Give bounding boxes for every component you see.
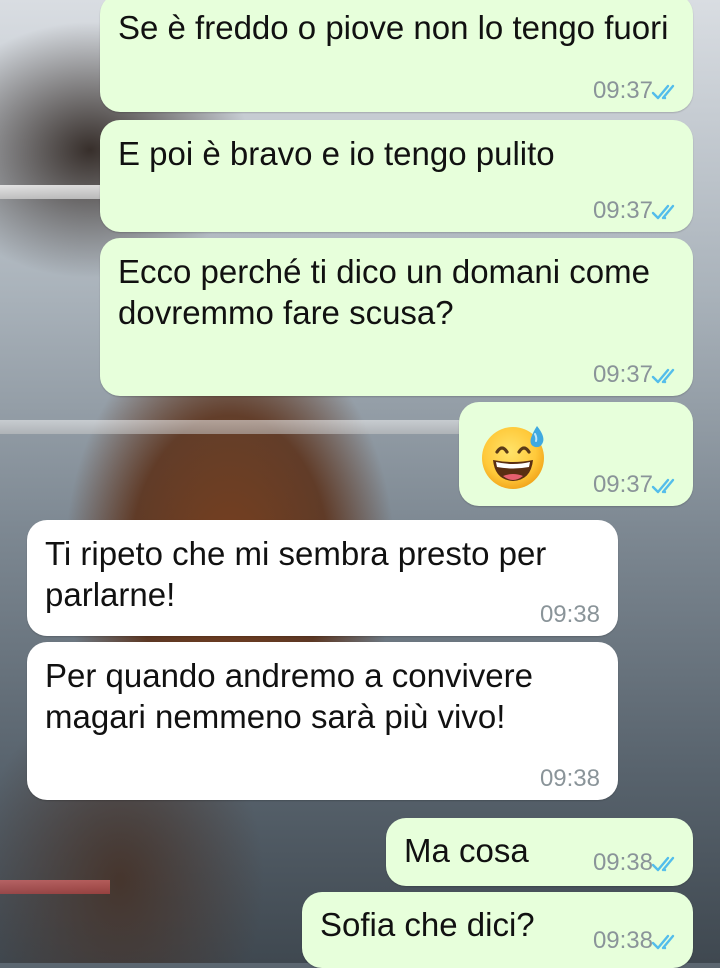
message-text: Se è freddo o piove non lo tengo fuori (118, 9, 669, 46)
read-ticks-icon (651, 934, 675, 950)
incoming-message[interactable]: Per quando andremo a convivere magari ne… (27, 642, 618, 800)
wallpaper-rope (0, 420, 480, 434)
message-time: 09:37 (592, 361, 653, 388)
message-text: Ti ripeto che mi sembra presto per parla… (45, 535, 547, 613)
message-text: Per quando andremo a convivere magari ne… (45, 657, 533, 735)
incoming-message[interactable]: Ti ripeto che mi sembra presto per parla… (27, 520, 618, 636)
message-text: Ecco perché ti dico un domani come dovre… (118, 253, 650, 331)
message-time: 09:38 (592, 927, 653, 954)
read-ticks-icon (651, 478, 675, 494)
message-time: 09:37 (592, 471, 653, 498)
message-time: 09:38 (539, 765, 600, 792)
read-ticks-icon (651, 84, 675, 100)
outgoing-message[interactable]: Se è freddo o piove non lo tengo fuori 0… (100, 0, 693, 112)
message-text: E poi è bravo e io tengo pulito (118, 135, 555, 172)
read-ticks-icon (651, 856, 675, 872)
outgoing-message[interactable]: E poi è bravo e io tengo pulito 09:37 (100, 120, 693, 232)
read-ticks-icon (651, 368, 675, 384)
outgoing-message[interactable]: Ma cosa 09:38 (386, 818, 693, 886)
outgoing-message[interactable]: Ecco perché ti dico un domani come dovre… (100, 238, 693, 396)
message-time: 09:37 (592, 77, 653, 104)
message-time: 09:38 (539, 601, 600, 628)
message-time: 09:37 (592, 197, 653, 224)
outgoing-message[interactable]: 09:37 (459, 402, 693, 506)
outgoing-message[interactable]: Sofia che dici? 09:38 (302, 892, 693, 968)
wallpaper-rope (0, 880, 110, 894)
message-time: 09:38 (592, 849, 653, 876)
read-ticks-icon (651, 204, 675, 220)
grinning-face-with-sweat-icon (482, 426, 544, 489)
